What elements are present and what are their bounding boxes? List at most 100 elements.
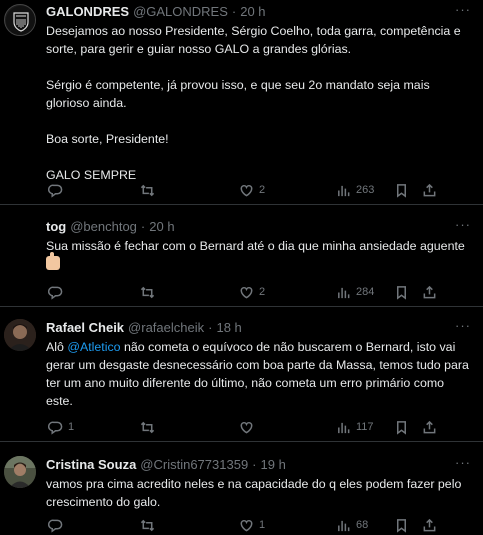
- tweet-paragraph: Sérgio é competente, já provou isso, e q…: [46, 78, 430, 110]
- share-button[interactable]: [422, 181, 437, 199]
- separator: ·: [140, 219, 146, 234]
- galo-shield-logo: [6, 6, 35, 35]
- repost-button[interactable]: [140, 283, 160, 301]
- reply-icon: [48, 184, 63, 198]
- like-button[interactable]: 1: [239, 516, 265, 534]
- view-count: 68: [356, 519, 369, 531]
- share-button[interactable]: [422, 516, 437, 534]
- like-button[interactable]: 2: [239, 283, 265, 301]
- bookmark-button[interactable]: [394, 418, 409, 436]
- bookmark-icon: [397, 420, 406, 435]
- avatar[interactable]: [4, 4, 36, 36]
- share-button[interactable]: [422, 418, 437, 436]
- action-bar: 2 284: [46, 283, 471, 301]
- like-count: 2: [259, 184, 266, 196]
- views-button[interactable]: 263: [336, 181, 374, 199]
- bookmark-icon: [397, 518, 406, 533]
- tweet[interactable]: GALONDRES @GALONDRES · 20 h ··· Desejamo…: [0, 0, 483, 205]
- handle[interactable]: @benchtog: [70, 219, 137, 235]
- tweet[interactable]: Cristina Souza @Cristin67731359 · 19 h ·…: [0, 442, 483, 535]
- tweet-header: tog @benchtog · 20 h: [46, 219, 471, 235]
- view-count: 117: [356, 421, 374, 433]
- reply-icon: [48, 519, 63, 533]
- bookmark-button[interactable]: [394, 283, 409, 301]
- heart-icon: [240, 286, 253, 299]
- handle[interactable]: @rafaelcheik: [128, 320, 204, 336]
- tweet-text-content: Sua missão é fechar com o Bernard até o …: [46, 239, 465, 253]
- views-button[interactable]: 284: [336, 283, 374, 301]
- tweet-text-prefix: Alô: [46, 340, 68, 354]
- timestamp[interactable]: 18 h: [216, 320, 241, 336]
- like-count: 2: [259, 286, 266, 298]
- tweet-text-content: vamos pra cima acredito neles e na capac…: [46, 477, 462, 509]
- views-icon: [338, 422, 350, 433]
- handle[interactable]: @Cristin67731359: [140, 457, 248, 473]
- reply-count: 1: [68, 421, 75, 433]
- tweet-header: GALONDRES @GALONDRES · 20 h: [46, 4, 471, 20]
- views-icon: [338, 185, 350, 196]
- views-icon: [338, 287, 350, 298]
- timestamp[interactable]: 20 h: [149, 219, 174, 235]
- repost-icon: [140, 519, 155, 531]
- avatar[interactable]: [4, 319, 36, 351]
- tweet-header: Rafael Cheik @rafaelcheik · 18 h: [46, 320, 471, 336]
- more-icon[interactable]: ···: [455, 318, 471, 333]
- reply-button[interactable]: [48, 283, 68, 301]
- more-icon[interactable]: ···: [455, 2, 471, 17]
- display-name[interactable]: tog: [46, 219, 66, 235]
- like-button[interactable]: [239, 418, 259, 436]
- mention-link[interactable]: @Atletico: [67, 340, 120, 354]
- more-icon[interactable]: ···: [455, 217, 471, 232]
- heart-icon: [240, 421, 253, 434]
- share-icon: [423, 420, 436, 433]
- reply-icon: [48, 286, 63, 300]
- reply-icon: [48, 421, 63, 435]
- repost-icon: [140, 421, 155, 433]
- share-icon: [423, 285, 436, 298]
- display-name[interactable]: GALONDRES: [46, 4, 129, 20]
- separator: ·: [252, 457, 257, 472]
- action-bar: 2 263: [46, 181, 471, 199]
- profile-photo: [4, 456, 36, 488]
- heart-icon: [240, 519, 253, 532]
- more-icon[interactable]: ···: [455, 455, 471, 470]
- views-button[interactable]: 68: [336, 516, 368, 534]
- tweet[interactable]: tog @benchtog · 20 h ··· Sua missão é fe…: [0, 205, 483, 307]
- timeline: GALONDRES @GALONDRES · 20 h ··· Desejamo…: [0, 0, 483, 535]
- timestamp[interactable]: 19 h: [261, 457, 286, 473]
- separator: ·: [231, 4, 237, 19]
- bookmark-button[interactable]: [394, 181, 409, 199]
- repost-icon: [140, 184, 155, 196]
- bookmark-icon: [397, 285, 406, 300]
- share-icon: [423, 518, 436, 531]
- timestamp[interactable]: 20 h: [240, 4, 265, 20]
- display-name[interactable]: Cristina Souza: [46, 457, 136, 473]
- view-count: 263: [356, 184, 375, 196]
- like-button[interactable]: 2: [239, 181, 265, 199]
- tweet-text: vamos pra cima acredito neles e na capac…: [46, 475, 471, 511]
- share-icon: [423, 183, 436, 196]
- reply-button[interactable]: 1: [48, 418, 74, 436]
- profile-photo: [4, 319, 36, 351]
- repost-button[interactable]: [140, 418, 160, 436]
- views-button[interactable]: 117: [336, 418, 374, 436]
- bookmark-button[interactable]: [394, 516, 409, 534]
- views-icon: [338, 520, 350, 531]
- view-count: 284: [356, 286, 375, 298]
- like-count: 1: [259, 519, 266, 531]
- display-name[interactable]: Rafael Cheik: [46, 320, 124, 336]
- tweet-paragraph: Desejamos ao nosso Presidente, Sérgio Co…: [46, 24, 461, 56]
- action-bar: 1 68: [46, 516, 471, 534]
- avatar[interactable]: [4, 456, 36, 488]
- reply-button[interactable]: [48, 516, 68, 534]
- share-button[interactable]: [422, 283, 437, 301]
- tweet-paragraph: Boa sorte, Presidente!: [46, 132, 169, 146]
- reply-button[interactable]: [48, 181, 68, 199]
- repost-icon: [140, 286, 155, 298]
- separator: ·: [208, 320, 213, 335]
- repost-button[interactable]: [140, 516, 160, 534]
- repost-button[interactable]: [140, 181, 160, 199]
- tweet-text: Desejamos ao nosso Presidente, Sérgio Co…: [46, 22, 471, 184]
- handle[interactable]: @GALONDRES: [133, 4, 228, 20]
- tweet[interactable]: Rafael Cheik @rafaelcheik · 18 h ··· Alô…: [0, 307, 483, 442]
